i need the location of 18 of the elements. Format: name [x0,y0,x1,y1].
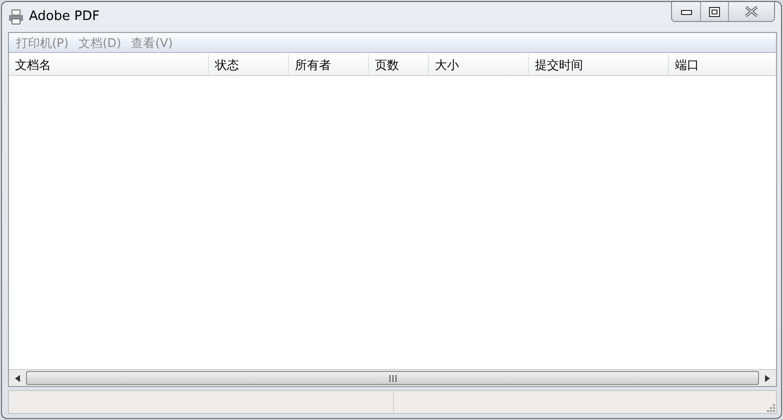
column-header[interactable]: 文档名 [9,54,209,75]
scrollbar-thumb[interactable] [26,371,759,385]
column-header[interactable]: 大小 [429,54,529,75]
column-header[interactable]: 提交时间 [529,54,669,75]
maximize-icon [709,6,720,16]
resize-grip-icon[interactable] [765,402,775,412]
close-button[interactable] [728,2,774,21]
window-title: Adobe PDF [29,8,100,26]
minimize-button[interactable] [672,2,700,21]
column-header[interactable]: 状态 [209,54,289,75]
column-header[interactable]: 页数 [369,54,429,75]
close-icon [745,6,758,17]
column-header[interactable]: 所有者 [289,54,369,75]
horizontal-scrollbar[interactable] [9,369,776,386]
printer-icon [8,9,24,25]
maximize-button[interactable] [700,2,728,21]
column-header[interactable]: 端口 [669,54,779,75]
minimize-icon [680,8,692,14]
